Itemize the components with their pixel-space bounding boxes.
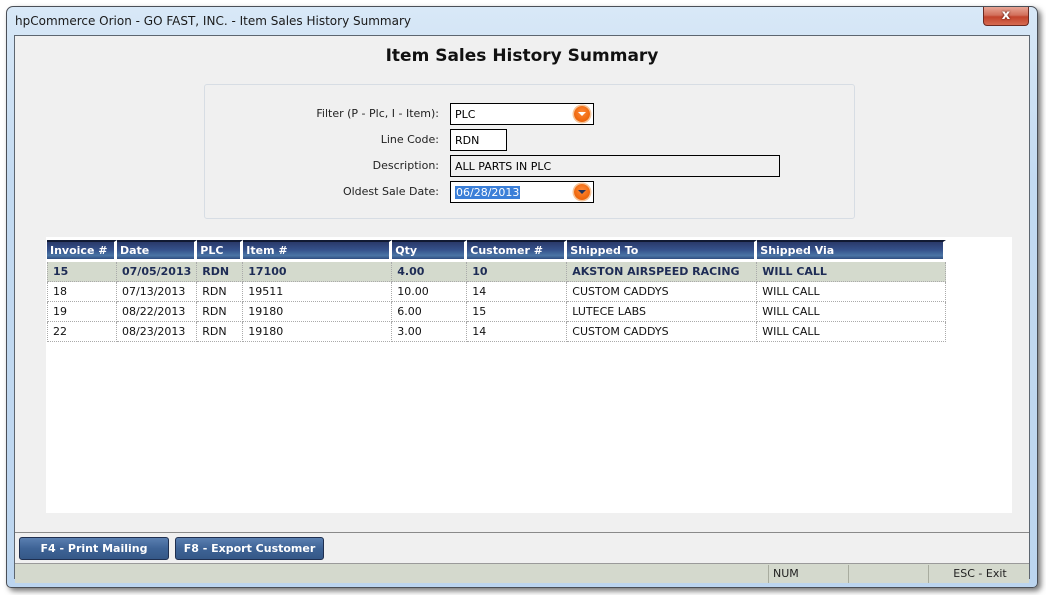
cell-item: 19180 [243,322,393,342]
window-title: hpCommerce Orion - GO FAST, INC. - Item … [15,14,411,28]
close-icon: x [1001,8,1011,23]
close-button[interactable]: x [983,7,1029,26]
sales-history-grid[interactable]: Invoice # Date PLC Item # Qty Customer #… [46,237,1012,513]
status-message [15,565,768,583]
cell-plc: RDN [197,322,244,342]
cell-invoice: 18 [47,282,117,302]
column-header-shipped-to[interactable]: Shipped To [567,240,758,262]
cell-plc: RDN [197,282,244,302]
cell-qty: 3.00 [392,322,468,342]
esc-exit-button[interactable]: ESC - Exit [928,565,1031,583]
filter-select[interactable]: PLC [450,103,594,125]
dropdown-arrow-icon[interactable] [574,106,590,122]
description-label: Description: [372,159,439,172]
cell-item: 19180 [243,302,393,322]
column-header-item[interactable]: Item # [243,240,393,262]
cell-shipped-via: WILL CALL [757,322,947,342]
cell-shipped-to: LUTECE LABS [567,302,758,322]
cell-customer: 14 [467,322,568,342]
cell-date: 08/23/2013 [117,322,198,342]
column-header-date[interactable]: Date [117,240,198,262]
column-header-customer[interactable]: Customer # [467,240,568,262]
status-num-lock: NUM [768,565,848,583]
cell-plc: RDN [197,262,244,282]
cell-shipped-via: WILL CALL [757,282,947,302]
cell-shipped-via: WILL CALL [757,302,947,322]
cell-customer: 10 [467,262,568,282]
cell-invoice: 19 [47,302,117,322]
oldest-sale-date-picker[interactable]: 06/28/2013 [450,181,594,203]
cell-customer: 15 [467,302,568,322]
cell-customer: 14 [467,282,568,302]
table-row[interactable]: 22 08/23/2013 RDN 19180 3.00 14 CUSTOM C… [47,322,947,342]
calendar-dropdown-icon[interactable] [574,184,590,200]
line-code-value: RDN [455,134,480,147]
export-customer-list-button[interactable]: F8 - Export Customer List [175,537,324,576]
cell-shipped-to: CUSTOM CADDYS [567,322,758,342]
table-row[interactable]: 19 08/22/2013 RDN 19180 6.00 15 LUTECE L… [47,302,947,322]
title-bar[interactable]: hpCommerce Orion - GO FAST, INC. - Item … [7,7,1037,35]
oldest-sale-date-value: 06/28/2013 [455,186,521,199]
cell-item: 19511 [243,282,393,302]
app-window: hpCommerce Orion - GO FAST, INC. - Item … [6,6,1038,588]
description-value: ALL PARTS IN PLC [455,160,552,173]
table-row[interactable]: 18 07/13/2013 RDN 19511 10.00 14 CUSTOM … [47,282,947,302]
cell-item: 17100 [243,262,393,282]
cell-invoice: 15 [47,262,117,282]
column-header-qty[interactable]: Qty [392,240,468,262]
filter-label: Filter (P - Plc, I - Item): [316,107,439,120]
cell-shipped-to: AKSTON AIRSPEED RACING [567,262,758,282]
cell-invoice: 22 [47,322,117,342]
sales-history-table: Invoice # Date PLC Item # Qty Customer #… [47,240,947,342]
client-area: Item Sales History Summary Filter (P - P… [14,35,1030,583]
page-title: Item Sales History Summary [385,46,659,66]
status-bar: NUM ESC - Exit [15,563,1029,583]
cell-plc: RDN [197,302,244,322]
cell-qty: 10.00 [392,282,468,302]
line-code-label: Line Code: [380,133,439,146]
print-mailing-labels-button[interactable]: F4 - Print Mailing Labels [19,537,169,576]
oldest-sale-date-label: Oldest Sale Date: [342,185,439,198]
column-header-plc[interactable]: PLC [197,240,244,262]
filter-value: PLC [455,108,476,121]
column-header-shipped-via[interactable]: Shipped Via [757,240,947,262]
filter-row: Filter (P - Plc, I - Item): PLC [205,103,854,125]
filter-panel: Filter (P - Plc, I - Item): PLC Line Cod… [204,84,855,219]
line-code-row: Line Code: RDN [205,129,854,151]
cell-shipped-to: CUSTOM CADDYS [567,282,758,302]
line-code-input[interactable]: RDN [450,129,507,151]
oldest-sale-date-row: Oldest Sale Date: 06/28/2013 [205,181,854,203]
button-bar: F4 - Print Mailing Labels F8 - Export Cu… [15,532,1029,576]
cell-shipped-via: WILL CALL [757,262,947,282]
status-empty-panel [848,565,928,583]
cell-date: 07/13/2013 [117,282,198,302]
cell-date: 08/22/2013 [117,302,198,322]
cell-qty: 6.00 [392,302,468,322]
table-row[interactable]: 15 07/05/2013 RDN 17100 4.00 10 AKSTON A… [47,262,947,282]
cell-qty: 4.00 [392,262,468,282]
cell-date: 07/05/2013 [117,262,198,282]
header-row: Invoice # Date PLC Item # Qty Customer #… [47,240,947,262]
column-header-invoice[interactable]: Invoice # [47,240,117,262]
description-field: ALL PARTS IN PLC [450,155,780,177]
description-row: Description: ALL PARTS IN PLC [205,155,854,177]
